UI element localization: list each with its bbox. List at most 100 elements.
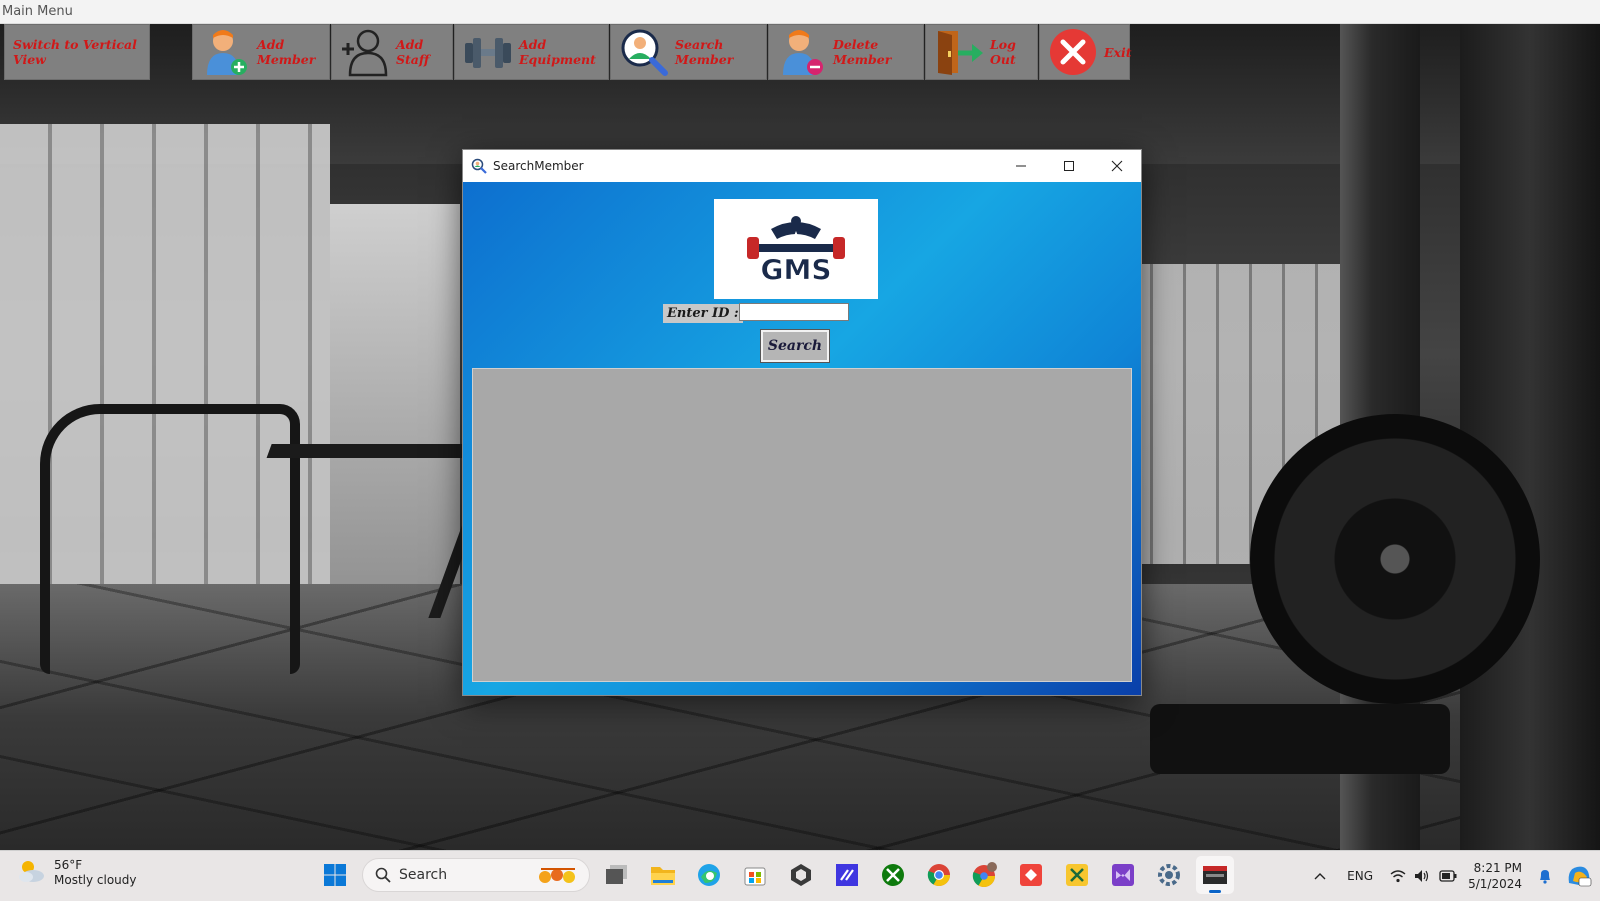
show-hidden-icons-button[interactable] xyxy=(1306,851,1334,901)
visual-studio-code-icon xyxy=(836,864,858,886)
add-staff-icon xyxy=(340,27,390,77)
taskbar-apps: Search xyxy=(316,856,1234,894)
volume-indicator[interactable] xyxy=(1410,851,1434,901)
edge-button[interactable] xyxy=(690,856,728,894)
gms-logo-text: GMS xyxy=(760,253,831,286)
switch-vertical-view-button[interactable]: Switch to Vertical View xyxy=(4,24,150,80)
dialog-titlebar[interactable]: SearchMember xyxy=(463,150,1141,182)
search-highlight-icon xyxy=(537,865,579,891)
exit-label: Exit xyxy=(1104,44,1132,60)
weather-description: Mostly cloudy xyxy=(54,873,137,887)
file-explorer-button[interactable] xyxy=(644,856,682,894)
exit-button[interactable]: Exit xyxy=(1039,24,1132,80)
battery-icon xyxy=(1439,870,1457,882)
search-member-button[interactable]: Search Member xyxy=(610,24,767,80)
close-button[interactable] xyxy=(1093,150,1141,182)
visual-studio-button[interactable] xyxy=(1104,856,1142,894)
switch-vertical-view-label: Switch to Vertical View xyxy=(13,37,137,67)
search-button[interactable]: Search xyxy=(760,329,830,363)
task-view-button[interactable] xyxy=(598,856,636,894)
microsoft-store-button[interactable] xyxy=(736,856,774,894)
minimize-button[interactable] xyxy=(997,150,1045,182)
minimize-icon xyxy=(1016,165,1026,167)
main-toolbar: Switch to Vertical View Add Member Add S… xyxy=(0,24,1132,82)
copilot-button[interactable] xyxy=(1558,851,1600,901)
close-circle-icon xyxy=(1048,27,1098,77)
chrome-profile-button[interactable] xyxy=(966,856,1004,894)
log-out-label: Log Out xyxy=(990,37,1016,67)
anydesk-button[interactable] xyxy=(1012,856,1050,894)
notifications-button[interactable] xyxy=(1532,851,1558,901)
search-member-icon xyxy=(619,27,669,77)
add-member-icon xyxy=(201,27,251,77)
magnifier-app-icon xyxy=(471,158,487,174)
snipping-tool-icon xyxy=(1066,864,1088,886)
main-window-title: Main Menu xyxy=(2,4,73,19)
search-results-panel xyxy=(472,368,1132,682)
settings-button[interactable] xyxy=(1150,856,1188,894)
edge-icon xyxy=(698,864,720,886)
anydesk-icon xyxy=(1020,864,1042,886)
unity-button[interactable] xyxy=(782,856,820,894)
unity-icon xyxy=(791,864,811,886)
maximize-icon xyxy=(1064,161,1074,171)
taskbar-search-box[interactable]: Search xyxy=(362,858,590,892)
dialog-title: SearchMember xyxy=(493,159,584,173)
maximize-button[interactable] xyxy=(1045,150,1093,182)
dumbbell-icon xyxy=(463,27,513,77)
gms-logo: GMS xyxy=(714,199,878,299)
wifi-icon xyxy=(1390,870,1406,883)
system-tray: ENG 8:21 PM 5/1/2024 xyxy=(1306,851,1600,901)
language-indicator[interactable]: ENG xyxy=(1334,851,1386,901)
add-equipment-button[interactable]: Add Equipment xyxy=(454,24,609,80)
enter-id-label: Enter ID : xyxy=(663,304,743,323)
windows-start-icon xyxy=(324,864,346,886)
main-window-titlebar: Main Menu xyxy=(0,0,1600,24)
xbox-button[interactable] xyxy=(874,856,912,894)
wifi-indicator[interactable] xyxy=(1386,851,1410,901)
battery-indicator[interactable] xyxy=(1434,851,1462,901)
search-button-label: Search xyxy=(767,338,823,354)
delete-member-button[interactable]: Delete Member xyxy=(768,24,924,80)
search-icon xyxy=(375,867,391,883)
close-icon xyxy=(1111,160,1123,172)
dialog-body: GMS Enter ID : Search xyxy=(463,182,1141,695)
speaker-icon xyxy=(1415,870,1429,882)
clock[interactable]: 8:21 PM 5/1/2024 xyxy=(1462,851,1532,901)
store-icon xyxy=(744,867,766,886)
delete-member-icon xyxy=(777,27,827,77)
cloud-sun-icon xyxy=(16,858,46,888)
gym-app-taskbar-button[interactable] xyxy=(1196,856,1234,894)
visual-studio-icon xyxy=(1112,864,1134,886)
add-equipment-label: Add Equipment xyxy=(519,37,596,67)
settings-gear-icon xyxy=(1158,864,1180,886)
folder-icon xyxy=(651,867,675,885)
member-id-input[interactable] xyxy=(739,303,849,321)
bell-icon xyxy=(1540,870,1550,884)
add-member-label: Add Member xyxy=(257,37,316,67)
log-out-icon xyxy=(934,27,984,77)
add-staff-button[interactable]: Add Staff xyxy=(331,24,453,80)
taskbar-search-label: Search xyxy=(399,867,448,883)
weather-widget[interactable]: 56°F Mostly cloudy xyxy=(16,858,137,888)
log-out-button[interactable]: Log Out xyxy=(925,24,1038,80)
search-member-label: Search Member xyxy=(675,37,734,67)
clock-time: 8:21 PM xyxy=(1473,861,1522,875)
xbox-icon xyxy=(882,864,904,886)
add-member-button[interactable]: Add Member xyxy=(192,24,330,80)
language-label: ENG xyxy=(1347,869,1374,883)
chrome-profile-icon xyxy=(972,862,997,887)
chrome-icon xyxy=(927,864,950,886)
snipping-tool-button[interactable] xyxy=(1058,856,1096,894)
start-button[interactable] xyxy=(316,856,354,894)
clock-date: 5/1/2024 xyxy=(1468,877,1522,891)
task-view-icon xyxy=(606,865,627,884)
add-staff-label: Add Staff xyxy=(396,37,430,67)
weather-temperature: 56°F xyxy=(54,858,83,872)
vscode-button[interactable] xyxy=(828,856,866,894)
chrome-button[interactable] xyxy=(920,856,958,894)
delete-member-label: Delete Member xyxy=(833,37,892,67)
gym-app-icon xyxy=(1203,866,1227,884)
taskbar: 56°F Mostly cloudy Search ENG 8:21 PM 5/… xyxy=(0,850,1600,901)
search-member-dialog: SearchMember GMS Enter ID : Search xyxy=(462,149,1142,696)
